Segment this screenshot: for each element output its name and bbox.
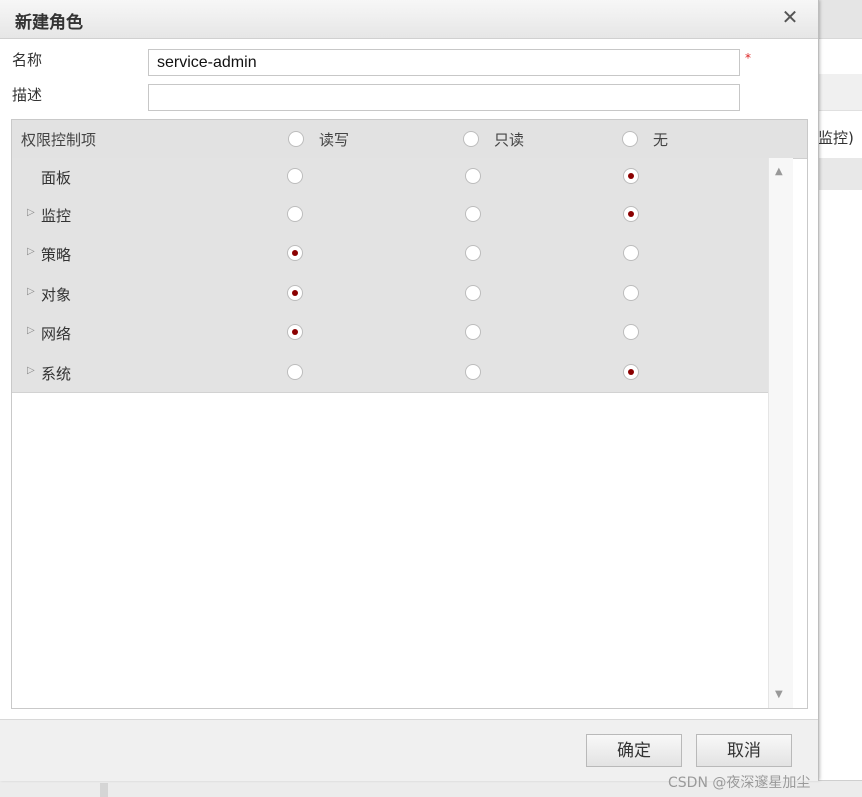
scroll-down-icon[interactable]: ▼ (775, 689, 783, 700)
permission-radio-readwrite[interactable] (287, 245, 303, 261)
header-radio-none[interactable] (622, 131, 638, 147)
permission-radio-readonly[interactable] (465, 206, 481, 222)
background-panel: 监控) (818, 0, 862, 796)
permission-radio-none[interactable] (623, 168, 639, 184)
name-input[interactable] (148, 49, 740, 76)
background-row-band (818, 74, 862, 111)
header-radio-readonly[interactable] (463, 131, 479, 147)
expand-icon[interactable]: ▷ (27, 286, 35, 297)
permission-radio-none[interactable] (623, 285, 639, 301)
permission-row: ▷ 策略 (12, 233, 768, 274)
description-input[interactable] (148, 84, 740, 111)
expand-icon[interactable]: ▷ (27, 325, 35, 336)
required-mark: * (745, 51, 751, 65)
column-label-readonly: 只读 (494, 131, 525, 149)
permission-radio-readwrite[interactable] (287, 206, 303, 222)
permission-radio-readwrite[interactable] (287, 324, 303, 340)
permission-radio-readonly[interactable] (465, 364, 481, 380)
permission-radio-none[interactable] (623, 364, 639, 380)
permission-row-label: 网络 (41, 325, 72, 343)
permission-radio-none[interactable] (623, 324, 639, 340)
column-label-readwrite: 读写 (319, 131, 350, 149)
permission-radio-readonly[interactable] (465, 324, 481, 340)
permission-row: ▷ 对象 (12, 273, 768, 313)
permission-grid-header: 权限控制项 读写 只读 无 (12, 120, 807, 159)
permission-row: ▷ 监控 (12, 194, 768, 234)
background-strip-divider (100, 783, 108, 797)
permission-row-label: 对象 (41, 286, 72, 304)
vertical-scrollbar[interactable]: ▲ ▼ (768, 158, 793, 708)
scroll-up-icon[interactable]: ▲ (775, 166, 783, 177)
permission-radio-readonly[interactable] (465, 285, 481, 301)
header-radio-readwrite[interactable] (288, 131, 304, 147)
expand-icon[interactable]: ▷ (27, 207, 35, 218)
new-role-dialog: 新建角色 ✕ 名称 * 描述 权限控制项 读写 只读 无 面板 ▷ 监控 ▷ 策略 ▷ 对象… (0, 0, 819, 781)
expand-icon[interactable]: ▷ (27, 365, 35, 376)
watermark: CSDN @夜深邃星加尘 (668, 775, 811, 791)
dialog-title: 新建角色 (15, 13, 83, 33)
close-icon[interactable]: ✕ (778, 5, 802, 29)
permission-radio-none[interactable] (623, 245, 639, 261)
name-label: 名称 (12, 51, 43, 69)
permission-row-label: 面板 (41, 169, 72, 187)
dialog-titlebar: 新建角色 ✕ (0, 0, 818, 39)
permission-header-label: 权限控制项 (21, 131, 97, 149)
cancel-button[interactable]: 取消 (696, 734, 792, 767)
background-header-band (818, 0, 862, 39)
background-partial-text: 监控) (818, 129, 854, 147)
permission-radio-readonly[interactable] (465, 245, 481, 261)
description-label: 描述 (12, 86, 43, 104)
permission-row-label: 监控 (41, 207, 72, 225)
permission-row-label: 策略 (41, 246, 72, 264)
expand-icon[interactable]: ▷ (27, 246, 35, 257)
permission-grid: 权限控制项 读写 只读 无 面板 ▷ 监控 ▷ 策略 ▷ 对象 ▷ 网络 ▷ 系统 ▲ ▼ (11, 119, 808, 709)
permission-radio-readwrite[interactable] (287, 168, 303, 184)
confirm-button[interactable]: 确定 (586, 734, 682, 767)
background-row-band (818, 158, 862, 190)
dialog-body: 名称 * 描述 权限控制项 读写 只读 无 面板 ▷ 监控 ▷ 策略 ▷ 对象 ▷ 网络 ▷ 系统 … (0, 39, 818, 719)
permission-radio-readwrite[interactable] (287, 285, 303, 301)
column-label-none: 无 (653, 131, 669, 149)
permission-row: 面板 (12, 158, 768, 195)
permission-row: ▷ 系统 (12, 352, 768, 393)
permission-radio-none[interactable] (623, 206, 639, 222)
permission-row: ▷ 网络 (12, 312, 768, 353)
permission-radio-readonly[interactable] (465, 168, 481, 184)
permission-radio-readwrite[interactable] (287, 364, 303, 380)
permission-row-label: 系统 (41, 365, 72, 383)
